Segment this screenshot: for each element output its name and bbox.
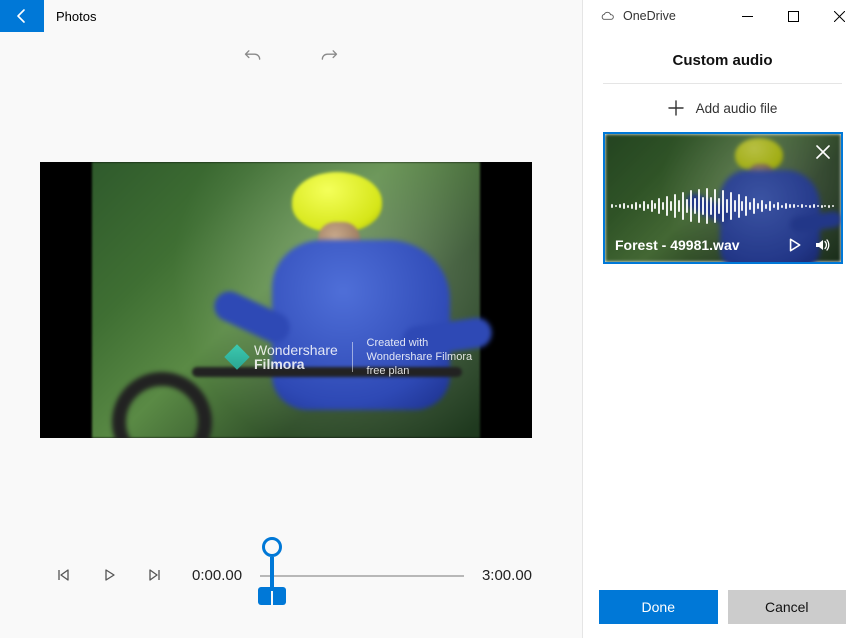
app-title: Photos xyxy=(44,9,96,24)
waveform-icon xyxy=(605,186,841,226)
undo-redo-bar xyxy=(0,30,582,80)
undo-icon xyxy=(243,45,263,65)
add-audio-button[interactable]: Add audio file xyxy=(603,84,842,132)
done-button[interactable]: Done xyxy=(599,590,718,624)
prev-frame-icon xyxy=(56,568,70,582)
close-icon xyxy=(834,11,845,22)
timeline-track[interactable] xyxy=(260,555,464,595)
window-maximize-button[interactable] xyxy=(770,0,816,32)
watermark-plan: Wondershare Filmora free plan xyxy=(367,350,480,378)
undo-button[interactable] xyxy=(239,41,267,69)
cloud-icon xyxy=(599,10,615,22)
play-icon xyxy=(102,568,116,582)
audio-tile[interactable]: Forest - 49981.wav xyxy=(603,132,843,264)
panel-title: Custom audio xyxy=(603,46,842,83)
timeline-scrubber[interactable] xyxy=(258,537,286,613)
cancel-button[interactable]: Cancel xyxy=(728,590,847,624)
play-icon xyxy=(786,237,802,253)
minimize-icon xyxy=(742,11,753,22)
arrow-left-icon xyxy=(14,8,30,24)
add-audio-label: Add audio file xyxy=(696,101,778,116)
next-frame-icon xyxy=(148,568,162,582)
watermark-brand-line1: Wondershare xyxy=(254,343,338,357)
total-time: 3:00.00 xyxy=(482,567,532,584)
playback-bar: 0:00.00 3:00.00 xyxy=(40,540,532,610)
prev-frame-button[interactable] xyxy=(54,566,72,584)
window-close-button[interactable] xyxy=(816,0,862,32)
redo-icon xyxy=(319,45,339,65)
onedrive-label: OneDrive xyxy=(623,9,676,23)
left-topbar: Photos xyxy=(0,0,582,32)
side-panel: OneDrive Custom audio Add audio file xyxy=(582,0,862,638)
audio-file-name: Forest - 49981.wav xyxy=(615,237,775,253)
redo-button[interactable] xyxy=(315,41,343,69)
window-minimize-button[interactable] xyxy=(724,0,770,32)
watermark: Wondershare Filmora Created with Wonders… xyxy=(228,336,480,378)
plus-icon xyxy=(668,100,684,116)
onedrive-indicator[interactable]: OneDrive xyxy=(583,9,724,23)
next-frame-button[interactable] xyxy=(146,566,164,584)
volume-button[interactable] xyxy=(813,236,831,254)
video-preview[interactable]: Wondershare Filmora Created with Wonders… xyxy=(40,162,532,438)
panel-footer: Done Cancel xyxy=(583,580,862,638)
back-button[interactable] xyxy=(0,0,44,32)
preview-play-button[interactable] xyxy=(785,236,803,254)
maximize-icon xyxy=(788,11,799,22)
video-frame xyxy=(92,162,480,438)
close-icon xyxy=(816,145,830,159)
watermark-brand-line2: Filmora xyxy=(254,357,338,371)
volume-icon xyxy=(814,237,830,253)
current-time: 0:00.00 xyxy=(192,567,242,584)
remove-audio-button[interactable] xyxy=(811,140,835,164)
watermark-created-with: Created with xyxy=(367,336,480,350)
window-titlebar: OneDrive xyxy=(583,0,862,32)
editor-pane: Photos xyxy=(0,0,582,638)
wondershare-logo-icon xyxy=(224,344,249,369)
play-button[interactable] xyxy=(100,566,118,584)
